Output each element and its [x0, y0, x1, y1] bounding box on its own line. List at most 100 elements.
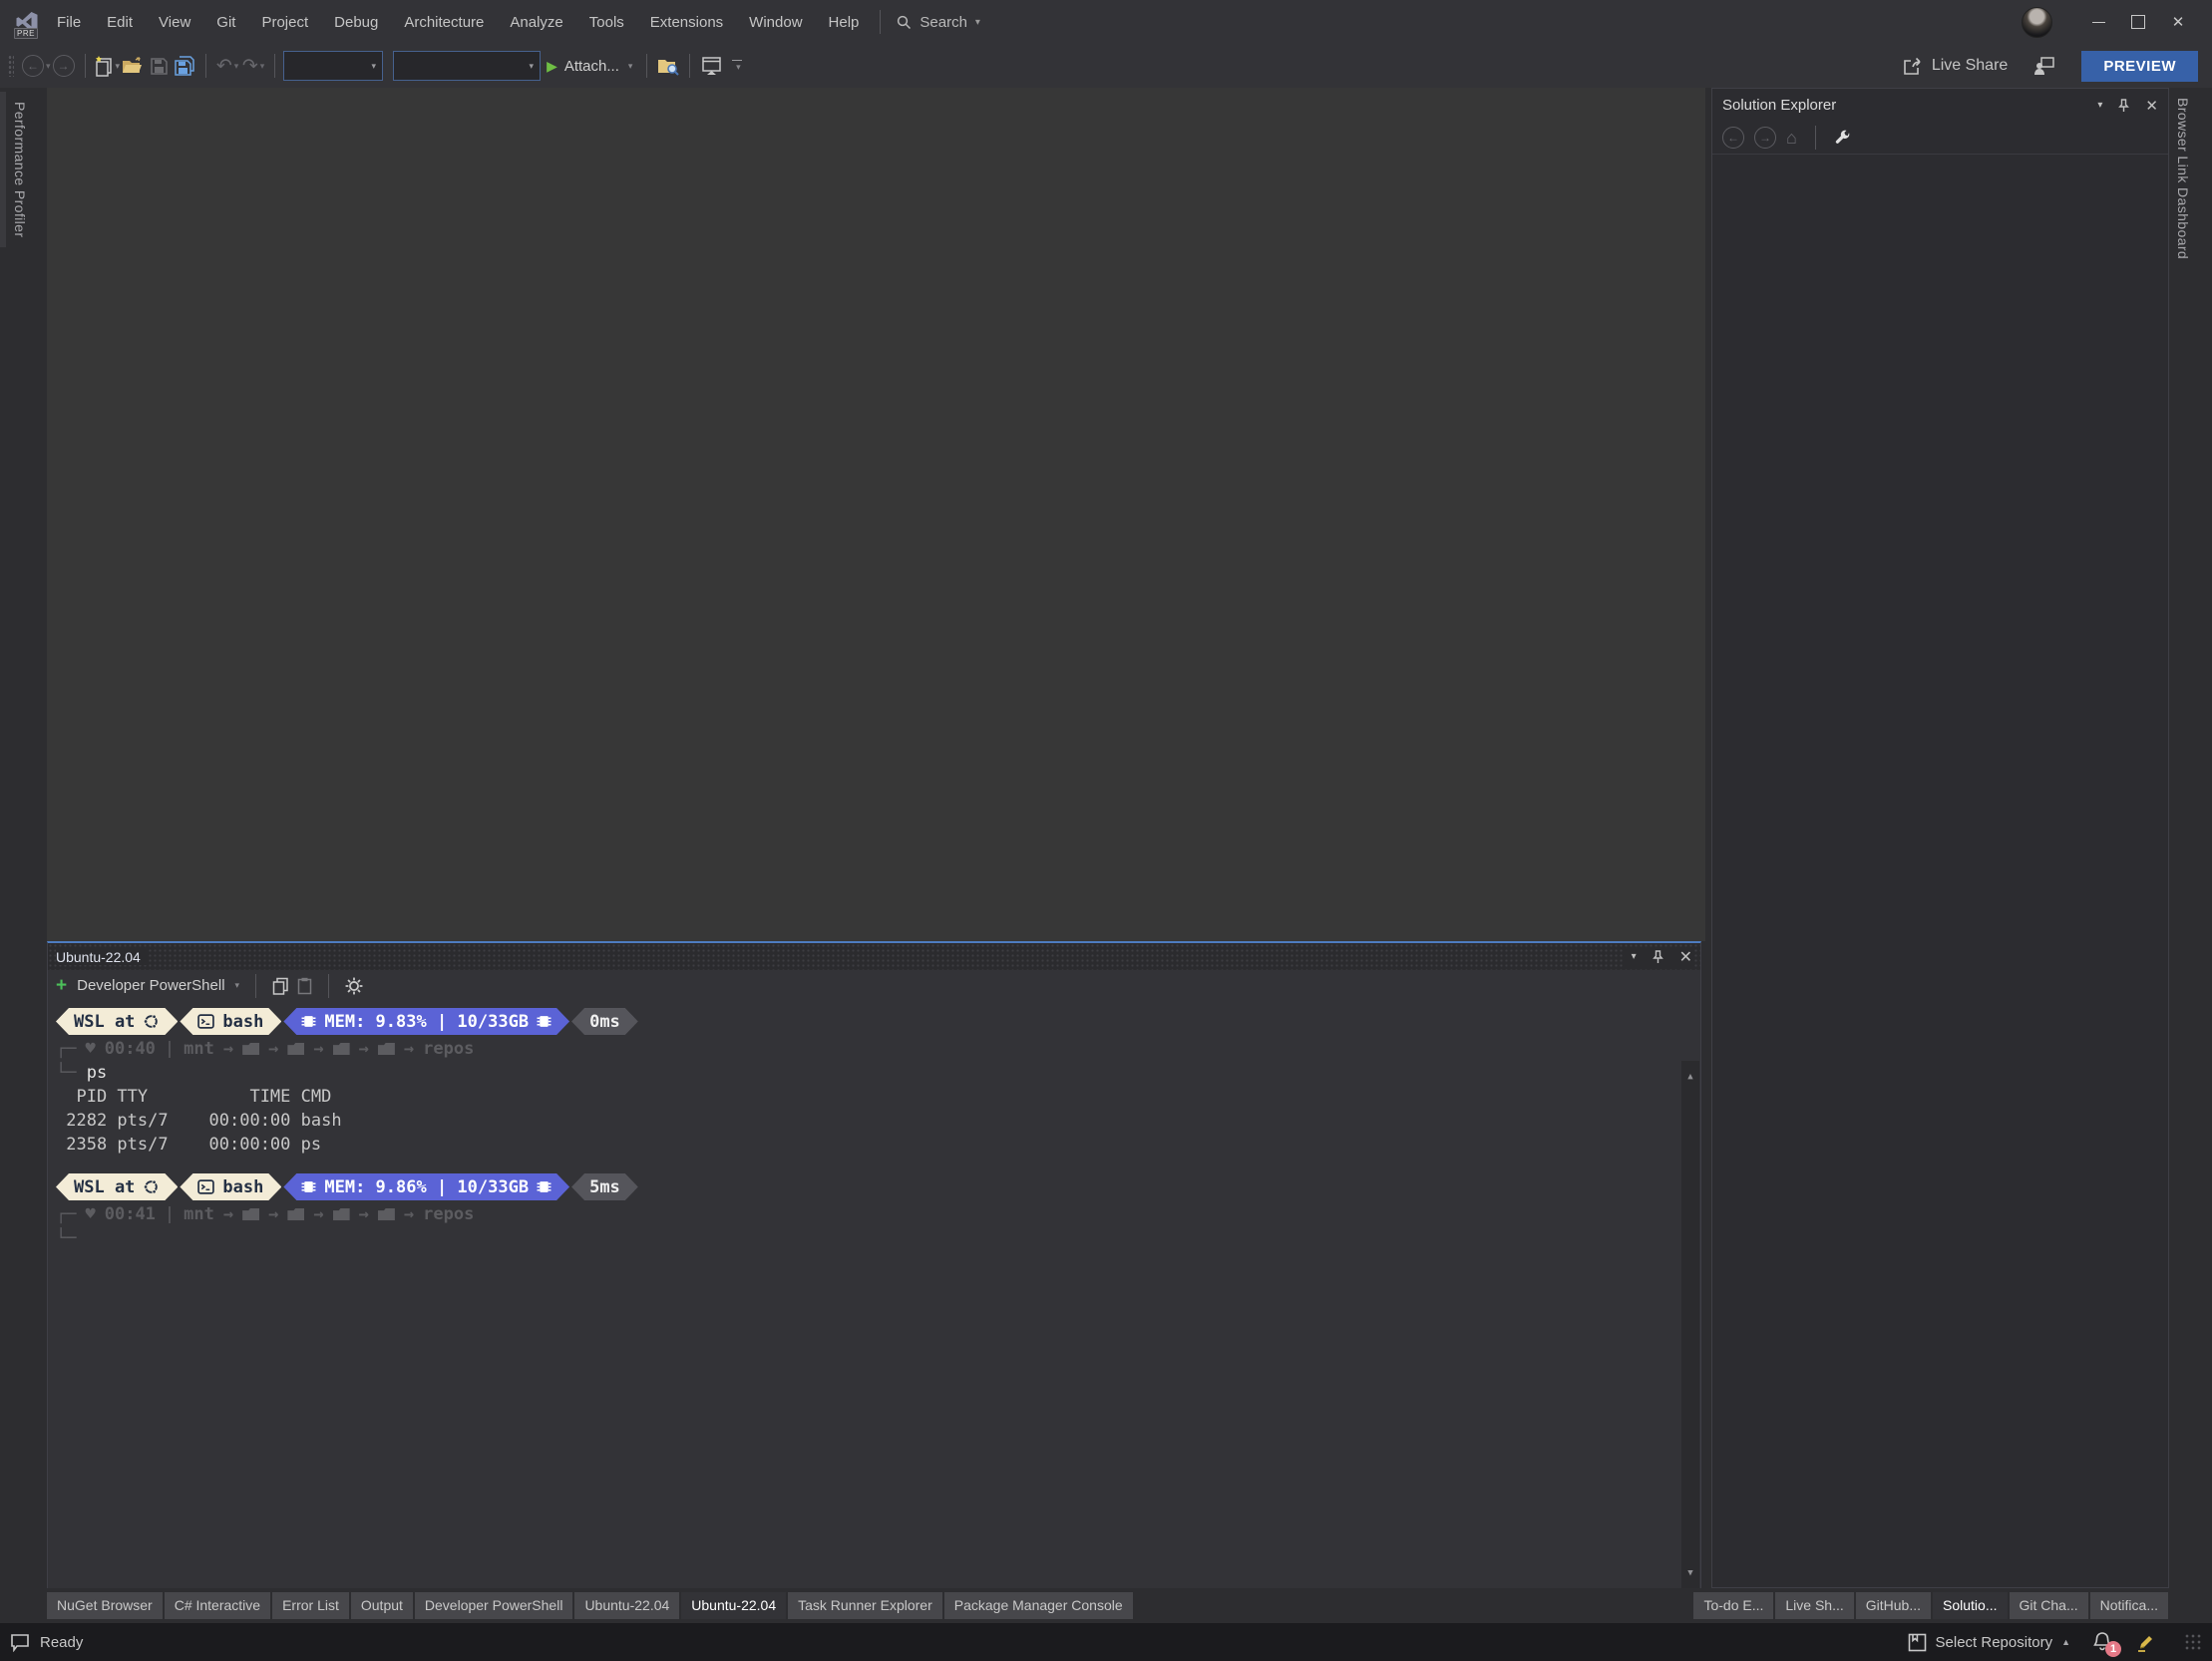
feedback-pencil-icon[interactable] — [2136, 1632, 2156, 1652]
solution-explorer-header[interactable]: Solution Explorer ▾ ✕ — [1712, 89, 2168, 122]
tab-performance-profiler[interactable]: Performance Profiler — [0, 92, 34, 248]
tab-ubuntu-2204-active[interactable]: Ubuntu-22.04 — [681, 1592, 787, 1619]
prompt-shell-segment: bash — [180, 1008, 281, 1035]
chevron-down-icon: ▾ — [529, 60, 535, 71]
pin-icon[interactable] — [2118, 98, 2130, 113]
redo-button[interactable]: ↷ ▾ — [240, 51, 266, 81]
resize-grip[interactable] — [2184, 1633, 2202, 1651]
tab-git-changes[interactable]: Git Cha... — [2009, 1592, 2088, 1619]
settings-gear-icon[interactable] — [345, 977, 363, 995]
close-button[interactable]: ✕ — [2158, 5, 2198, 39]
copy-icon[interactable] — [272, 977, 289, 995]
tab-solution-explorer[interactable]: Solutio... — [1933, 1592, 2008, 1619]
arrow-icon: → — [313, 1204, 324, 1224]
window-position-menu[interactable]: ▾ — [2097, 100, 2102, 111]
menu-help[interactable]: Help — [816, 0, 873, 44]
attach-debugger-button[interactable]: ▶ Attach... ▾ — [547, 58, 632, 75]
browser-link-button[interactable] — [698, 51, 724, 81]
terminal-scrollbar[interactable]: ▲ ▼ — [1681, 1061, 1699, 1589]
tab-live-share[interactable]: Live Sh... — [1775, 1592, 1854, 1619]
scroll-up-icon[interactable]: ▲ — [1687, 1061, 1692, 1093]
toolbar-grip[interactable] — [8, 55, 14, 77]
menu-git[interactable]: Git — [203, 0, 248, 44]
notifications-bell-button[interactable]: 1 — [2092, 1631, 2121, 1657]
find-in-files-button[interactable] — [655, 51, 681, 81]
se-forward-button[interactable]: → — [1754, 127, 1776, 149]
tab-package-manager-console[interactable]: Package Manager Console — [943, 1592, 1133, 1619]
se-back-button[interactable]: ← — [1722, 127, 1744, 149]
ps-output-row: 2282 pts/7 00:00:00 bash — [56, 1111, 342, 1131]
paste-icon[interactable] — [297, 977, 312, 995]
window-position-menu[interactable]: ▾ — [1632, 951, 1637, 962]
solution-explorer-content[interactable] — [1712, 155, 2168, 1587]
forward-arrow-icon: → — [52, 55, 75, 77]
tab-browser-link-dashboard[interactable]: Browser Link Dashboard — [2169, 88, 2197, 269]
tab-error-list[interactable]: Error List — [272, 1592, 349, 1619]
chevron-down-icon[interactable]: ▾ — [235, 980, 240, 991]
scroll-down-icon[interactable]: ▼ — [1687, 1557, 1692, 1589]
se-home-button[interactable]: ⌂ — [1786, 128, 1797, 149]
switch-views-wrench-icon[interactable] — [1834, 130, 1851, 147]
save-all-button[interactable] — [172, 51, 197, 81]
menu-edit[interactable]: Edit — [94, 0, 146, 44]
shell-selector[interactable]: Developer PowerShell — [77, 977, 224, 994]
open-file-button[interactable] — [120, 51, 146, 81]
menu-project[interactable]: Project — [248, 0, 321, 44]
add-terminal-icon[interactable]: + — [56, 976, 67, 995]
search-box[interactable]: Search ▾ — [889, 14, 988, 31]
undo-button[interactable]: ↶ ▾ — [214, 51, 240, 81]
navigate-forward-button[interactable]: → — [51, 51, 77, 81]
new-project-button[interactable]: ▾ — [94, 51, 120, 81]
separator — [1814, 126, 1816, 150]
solution-explorer-toolbar: ← → ⌂ — [1712, 122, 2168, 155]
pin-icon[interactable] — [1652, 949, 1663, 964]
menu-analyze[interactable]: Analyze — [497, 0, 575, 44]
close-icon[interactable]: ✕ — [1679, 947, 1692, 967]
feedback-person-button[interactable] — [2031, 51, 2057, 81]
menu-view[interactable]: View — [146, 0, 203, 44]
input-line[interactable]: └─ — [56, 1226, 1674, 1250]
solution-configurations-combo[interactable]: ▾ — [283, 51, 384, 81]
menu-file[interactable]: File — [44, 0, 94, 44]
menu-tools[interactable]: Tools — [576, 0, 637, 44]
save-icon — [150, 57, 168, 75]
memory-chip-icon — [537, 1014, 552, 1029]
toolbar-overflow-button[interactable]: ▾ — [724, 51, 750, 81]
minimize-button[interactable] — [2078, 5, 2118, 39]
maximize-button[interactable] — [2118, 5, 2158, 39]
menu-window[interactable]: Window — [736, 0, 815, 44]
tab-ubuntu-2204[interactable]: Ubuntu-22.04 — [574, 1592, 680, 1619]
tab-task-runner-explorer[interactable]: Task Runner Explorer — [788, 1592, 942, 1619]
tab-notifications[interactable]: Notifica... — [2089, 1592, 2168, 1619]
path-root: mnt — [184, 1039, 214, 1059]
typed-command: ps — [86, 1063, 108, 1083]
path-leaf: repos — [423, 1204, 475, 1224]
prompt-corner: └─ — [56, 1063, 77, 1083]
tab-github[interactable]: GitHub... — [1855, 1592, 1932, 1619]
close-icon[interactable]: ✕ — [2145, 97, 2158, 115]
terminal-content[interactable]: WSL at bash MEM: 9.83% | 10/33GB 0ms ┌─ … — [48, 1001, 1700, 1590]
command-line: └─ ps — [56, 1061, 1674, 1085]
prompt-memory-segment: MEM: 9.83% | 10/33GB — [283, 1008, 569, 1035]
output-bubble-icon[interactable] — [10, 1633, 30, 1652]
memory-chip-icon — [537, 1179, 552, 1194]
live-share-button[interactable]: Live Share — [1903, 57, 2008, 76]
save-button[interactable] — [146, 51, 172, 81]
tab-todo-explorer[interactable]: To-do E... — [1693, 1592, 1774, 1619]
menu-debug[interactable]: Debug — [321, 0, 391, 44]
repository-box-icon — [1908, 1633, 1926, 1651]
heart-icon: ♥ — [85, 1204, 96, 1224]
tab-nuget-browser[interactable]: NuGet Browser — [47, 1592, 163, 1619]
solution-platforms-combo[interactable]: ▾ — [393, 51, 542, 81]
menu-architecture[interactable]: Architecture — [391, 0, 497, 44]
select-repository-button[interactable]: Select Repository ▲ — [1908, 1633, 2070, 1652]
tab-output[interactable]: Output — [350, 1592, 413, 1619]
memory-chip-icon — [301, 1179, 316, 1194]
menu-extensions[interactable]: Extensions — [637, 0, 736, 44]
terminal-title-bar[interactable]: Ubuntu-22.04 ▾ ✕ — [48, 943, 1700, 970]
tab-developer-powershell[interactable]: Developer PowerShell — [414, 1592, 573, 1619]
navigate-back-button[interactable]: ← ▾ — [22, 51, 51, 81]
tab-csharp-interactive[interactable]: C# Interactive — [164, 1592, 271, 1619]
preview-feature-button[interactable]: PREVIEW — [2081, 50, 2198, 82]
user-avatar[interactable] — [2022, 6, 2052, 38]
